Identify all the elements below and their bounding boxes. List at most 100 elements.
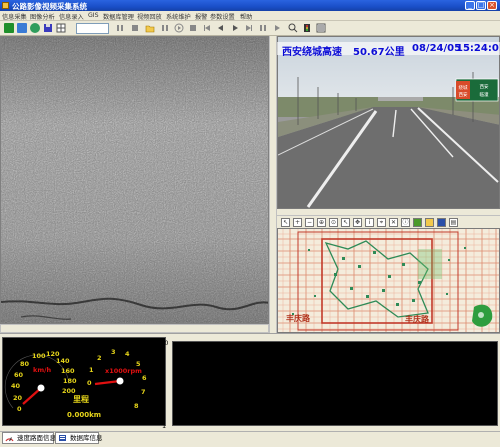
- speed-road-icon: [5, 434, 14, 442]
- app-icon: [2, 2, 9, 9]
- menu-item-alarm[interactable]: 报警: [195, 12, 207, 21]
- globe-icon[interactable]: [30, 23, 40, 33]
- speed-unit: km/h: [33, 366, 51, 374]
- database-icon: [58, 434, 67, 442]
- rpm-tick-8: 8: [134, 402, 139, 410]
- step-forward-icon[interactable]: [230, 23, 240, 33]
- rpm-tick-2: 2: [97, 354, 102, 362]
- traffic-light-icon[interactable]: [302, 23, 312, 33]
- menu-item-help[interactable]: 帮助: [240, 12, 252, 21]
- toolbar: [0, 21, 500, 36]
- play-circle-icon[interactable]: [174, 23, 184, 33]
- disk-icon[interactable]: [43, 23, 53, 33]
- menu-item-database[interactable]: 数据库管理: [103, 12, 134, 21]
- step-back-icon[interactable]: [216, 23, 226, 33]
- rpm-needle: [94, 379, 121, 386]
- close-button[interactable]: ×: [487, 1, 497, 10]
- open-folder-icon[interactable]: [145, 23, 155, 33]
- stop-icon-2[interactable]: [188, 23, 198, 33]
- overlay-distance: 50.67公里: [353, 47, 405, 58]
- vertical-splitter[interactable]: [269, 36, 277, 333]
- odometer-label: 里程: [73, 394, 89, 404]
- title-bar[interactable]: 公路影像视频采集系统 _ □ ×: [0, 0, 500, 11]
- road-sign-right-top: 西安: [480, 83, 489, 90]
- speed-input[interactable]: [76, 23, 109, 34]
- zoom-window-icon[interactable]: ⊕: [317, 218, 326, 227]
- menu-item-info-entry[interactable]: 信息录入: [59, 12, 84, 21]
- info-icon[interactable]: ⓘ: [401, 218, 410, 227]
- rpm-tick-6: 6: [142, 374, 147, 382]
- pause-icon-3[interactable]: [258, 23, 268, 33]
- chart-axis-bottom-label: 1: [162, 422, 167, 430]
- monitor-icon[interactable]: [437, 218, 446, 227]
- tab-database-label: 数据库信息: [70, 434, 103, 442]
- list-icon[interactable]: [316, 23, 326, 33]
- pause-icon[interactable]: [115, 23, 125, 33]
- gis-map[interactable]: [277, 228, 500, 333]
- identify-icon[interactable]: i: [365, 218, 374, 227]
- menu-item-settings[interactable]: 参数设置: [210, 12, 235, 21]
- rpm-unit: x1000rpm: [105, 367, 142, 375]
- horizontal-scrollbar[interactable]: [0, 324, 269, 333]
- grid-icon[interactable]: [56, 23, 66, 33]
- menu-item-video-playback[interactable]: 视频回放: [137, 12, 162, 21]
- speed-tick-200: 200: [62, 387, 76, 395]
- folder-icon[interactable]: [425, 218, 434, 227]
- road-sign-line2: 西安: [459, 91, 468, 98]
- camera-icon[interactable]: [17, 23, 27, 33]
- speed-needle-hub: [37, 384, 45, 392]
- clear-icon[interactable]: ✕: [389, 218, 398, 227]
- rpm-tick-4: 4: [125, 350, 130, 358]
- menu-item-info-collect[interactable]: 信息采集: [2, 12, 27, 21]
- tab-database-info[interactable]: 数据库信息: [55, 432, 103, 444]
- road-surface-image: [0, 36, 269, 324]
- road-sign-line1: 绕城: [459, 84, 468, 91]
- speedometer: 0 20 40 60 80 100 120 140 160 180 200 km…: [4, 350, 77, 413]
- measure-icon[interactable]: ⌖: [377, 218, 386, 227]
- menu-bar: 信息采集 图像分析 信息录入 GIS 数据库管理 视频回放 系统维护 报警 参数…: [0, 11, 500, 21]
- speed-tick-180: 180: [63, 377, 77, 385]
- rpm-tick-7: 7: [141, 388, 146, 396]
- pan-icon[interactable]: ✥: [353, 218, 362, 227]
- print-icon[interactable]: ▤: [449, 218, 458, 227]
- map-select-icon[interactable]: ↖: [281, 218, 290, 227]
- odometer-value: 0.000km: [67, 411, 101, 419]
- rpm-needle-hub: [116, 377, 124, 385]
- search-icon[interactable]: [288, 23, 298, 33]
- map-toolbar: ↖ + − ⊕ ⊙ ↖ ✥ i ⌖ ✕ ⓘ ▤: [277, 215, 500, 228]
- minimize-button[interactable]: _: [465, 1, 475, 10]
- tab-speed-road-label: 速度路面信息: [17, 434, 56, 442]
- app-window: 公路影像视频采集系统 _ □ × 信息采集 图像分析 信息录入 GIS 数据库管…: [0, 0, 500, 447]
- menu-item-gis[interactable]: GIS: [88, 12, 99, 19]
- stop-icon[interactable]: [130, 23, 140, 33]
- tab-speed-road-info[interactable]: 速度路面信息: [2, 432, 56, 444]
- menu-item-system-maintenance[interactable]: 系统维护: [166, 12, 191, 21]
- highway-video-image: 绕城 西安 西安 临潼: [278, 37, 499, 208]
- play-icon[interactable]: [272, 23, 282, 33]
- maximize-button[interactable]: □: [476, 1, 486, 10]
- pause-icon-2[interactable]: [160, 23, 170, 33]
- speed-tick-20: 20: [13, 394, 23, 402]
- menu-item-image-analysis[interactable]: 图像分析: [30, 12, 55, 21]
- record-icon[interactable]: [4, 23, 14, 33]
- road-sign-right-bottom: 临潼: [480, 91, 489, 98]
- speed-tick-140: 140: [56, 357, 70, 365]
- skip-back-icon[interactable]: [202, 23, 212, 33]
- gauge-panel: 0 20 40 60 80 100 120 140 160 180 200 km…: [2, 337, 166, 426]
- road-surface-texture: [1, 37, 268, 323]
- speed-needle: [22, 387, 42, 405]
- skip-forward-icon[interactable]: [244, 23, 254, 33]
- layers-icon[interactable]: [413, 218, 422, 227]
- speed-tick-40: 40: [11, 382, 21, 390]
- speed-tick-160: 160: [61, 367, 75, 375]
- rpm-tick-0: 0: [87, 379, 92, 387]
- zoom-in-icon[interactable]: +: [293, 218, 302, 227]
- video-frame: 绕城 西安 西安 临潼: [277, 36, 500, 209]
- chart-panel: [172, 341, 498, 426]
- zoom-out-icon[interactable]: −: [305, 218, 314, 227]
- city-map-image: [278, 229, 499, 332]
- zoom-full-icon[interactable]: ⊙: [329, 218, 338, 227]
- pointer-icon[interactable]: ↖: [341, 218, 350, 227]
- rpm-tick-3: 3: [111, 348, 116, 356]
- rpm-tick-1: 1: [89, 366, 94, 374]
